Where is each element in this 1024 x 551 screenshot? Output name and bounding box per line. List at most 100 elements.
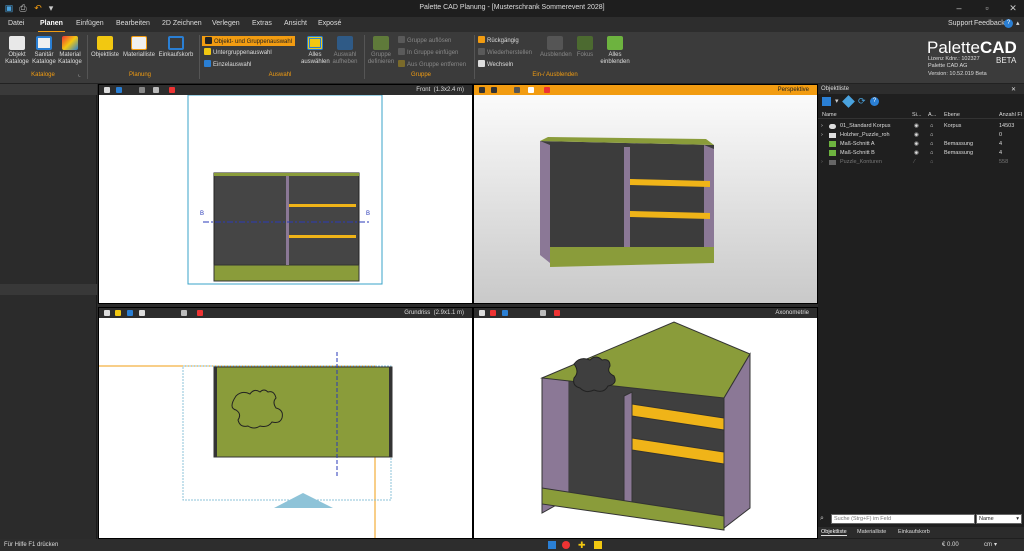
- fokus-button[interactable]: Fokus: [574, 36, 596, 59]
- view-icon[interactable]: [127, 310, 133, 316]
- close-icon[interactable]: ✕: [1006, 2, 1020, 14]
- view-icon[interactable]: [116, 87, 122, 93]
- list-item[interactable]: Maß-Schnitt A ◉ ⌂ Bemassung 4: [818, 140, 1024, 148]
- tab-verlegen[interactable]: Verlegen: [212, 20, 240, 27]
- filter-dropdown-icon[interactable]: ▾: [835, 97, 839, 105]
- tab-expose[interactable]: Exposé: [318, 20, 341, 27]
- tab-objektliste[interactable]: Objektliste: [821, 529, 847, 536]
- dialog-launcher-icon[interactable]: ⌞: [78, 71, 81, 78]
- ribbon-collapse-icon[interactable]: ▴: [1016, 19, 1020, 27]
- minimize-icon[interactable]: –: [952, 2, 966, 14]
- panel-pin-icon[interactable]: ✕: [1011, 86, 1016, 93]
- zoom-icon[interactable]: [479, 310, 485, 316]
- zoom-icon[interactable]: [104, 310, 110, 316]
- wechseln-button[interactable]: Wechseln: [478, 60, 513, 68]
- support-link[interactable]: Support: [948, 20, 973, 27]
- column-anzahl[interactable]: Anzahl Fl: [999, 112, 1022, 118]
- help-icon[interactable]: ?: [870, 97, 879, 106]
- list-item[interactable]: › Puzzle_Konturen ⁄ ⌂ 558: [818, 158, 1024, 166]
- viewport-perspective[interactable]: Perspektive: [473, 84, 818, 304]
- color-icon[interactable]: [169, 87, 175, 93]
- axis-icon[interactable]: [490, 310, 496, 316]
- visibility-icon[interactable]: ◉: [914, 150, 919, 156]
- gruppe-aufloesen-button[interactable]: Gruppe auflösen: [398, 36, 451, 44]
- visibility-icon[interactable]: ◉: [914, 123, 919, 129]
- camera-icon[interactable]: [139, 310, 145, 316]
- lock-icon[interactable]: ⌂: [930, 123, 933, 129]
- list-item[interactable]: Maß-Schnitt B ◉ ⌂ Bemassung 4: [818, 149, 1024, 157]
- maximize-icon[interactable]: ▫: [980, 2, 994, 14]
- aus-gruppe-entfernen-button[interactable]: Aus Gruppe entfernen: [398, 60, 466, 68]
- tab-bearbeiten[interactable]: Bearbeiten: [116, 20, 150, 27]
- lock-icon[interactable]: ⌂: [930, 141, 933, 147]
- help-icon[interactable]: ?: [1004, 19, 1013, 28]
- render-icon[interactable]: [139, 87, 145, 93]
- column-ebene[interactable]: Ebene: [944, 112, 960, 118]
- display-mode-icon[interactable]: [528, 87, 534, 93]
- refresh-icon[interactable]: ⟳: [858, 96, 866, 107]
- untergruppenauswahl-button[interactable]: Untergruppenauswahl: [204, 48, 272, 56]
- material-kataloge-button[interactable]: Material Kataloge: [57, 36, 83, 66]
- tab-einfuegen[interactable]: Einfügen: [76, 20, 104, 27]
- camera-icon[interactable]: [479, 87, 485, 93]
- tab-ansicht[interactable]: Ansicht: [284, 20, 307, 27]
- list-item[interactable]: › Holzher_Puzzle_roh ◉ ⌂ 0: [818, 131, 1024, 139]
- expand-icon[interactable]: ›: [821, 132, 823, 138]
- materialliste-button[interactable]: Materialliste: [122, 36, 156, 59]
- viewport-front[interactable]: Front (1.3x2.4 m) B B: [98, 84, 473, 304]
- viewport-grundriss[interactable]: Grundriss (2.9x1.1 m): [98, 307, 473, 539]
- einkaufskorb-button[interactable]: Einkaufskorb: [157, 36, 195, 59]
- layer-icon[interactable]: [115, 310, 121, 316]
- tag-icon[interactable]: [842, 95, 855, 108]
- auswahl-aufheben-button[interactable]: Auswahl aufheben: [331, 36, 359, 66]
- wiederherstellen-button[interactable]: Wiederherstellen: [478, 48, 532, 56]
- search-field-select[interactable]: Name ▾: [976, 514, 1022, 524]
- ortho-icon[interactable]: [562, 541, 570, 549]
- tab-2d-zeichnen[interactable]: 2D Zeichnen: [162, 20, 202, 27]
- feedback-link[interactable]: Feedback: [974, 20, 1005, 27]
- tab-materialliste[interactable]: Materialliste: [857, 529, 886, 535]
- grid-icon[interactable]: [594, 541, 602, 549]
- color-icon[interactable]: [197, 310, 203, 316]
- alles-einblenden-button[interactable]: Alles einblenden: [598, 36, 632, 66]
- viewport-axonometrie[interactable]: Axonometrie: [473, 307, 818, 539]
- checklist-icon[interactable]: [822, 97, 831, 106]
- search-input[interactable]: [831, 514, 975, 524]
- tab-datei[interactable]: Datei: [8, 20, 24, 27]
- column-aktiv[interactable]: A...: [928, 112, 936, 118]
- column-name[interactable]: Name: [822, 112, 837, 118]
- alles-auswaehlen-button[interactable]: Alles auswählen: [301, 36, 330, 66]
- visibility-icon[interactable]: ◉: [914, 132, 919, 138]
- display-mode-icon[interactable]: [540, 310, 546, 316]
- tab-planen[interactable]: Planen: [38, 20, 65, 33]
- objekt-kataloge-button[interactable]: Objekt Kataloge: [4, 36, 30, 66]
- expand-icon[interactable]: ›: [821, 159, 823, 165]
- gruppe-definieren-button[interactable]: Gruppe definieren: [366, 36, 396, 66]
- sanitaer-kataloge-button[interactable]: Sanitär Kataloge: [31, 36, 57, 66]
- tab-einkaufskorb[interactable]: Einkaufskorb: [898, 529, 930, 535]
- render-icon[interactable]: [514, 87, 520, 93]
- lock-icon[interactable]: ⌂: [930, 159, 933, 165]
- color-icon[interactable]: [554, 310, 560, 316]
- view-icon[interactable]: [502, 310, 508, 316]
- in-gruppe-einfuegen-button[interactable]: In Gruppe einfügen: [398, 48, 458, 56]
- tab-extras[interactable]: Extras: [252, 20, 272, 27]
- color-icon[interactable]: [544, 87, 550, 93]
- lock-icon[interactable]: ⌂: [930, 150, 933, 156]
- chevron-down-icon[interactable]: ▾: [994, 541, 997, 548]
- visibility-icon[interactable]: ◉: [914, 141, 919, 147]
- expand-icon[interactable]: ›: [821, 123, 823, 129]
- objektliste-button[interactable]: Objektliste: [89, 36, 121, 59]
- column-sichtbar[interactable]: Si...: [912, 112, 921, 118]
- view-icon[interactable]: [491, 87, 497, 93]
- visibility-off-icon[interactable]: ⁄: [914, 159, 915, 165]
- objekt-gruppenauswahl-button[interactable]: Objekt- und Gruppenauswahl: [202, 36, 296, 46]
- crosshair-icon[interactable]: ✚: [578, 540, 586, 551]
- left-panel-selection[interactable]: [0, 284, 97, 295]
- list-item[interactable]: › 01_Standard Korpus ◉ ⌂ Korpus 14503: [818, 122, 1024, 130]
- lock-icon[interactable]: ⌂: [930, 132, 933, 138]
- rueckgaengig-button[interactable]: Rückgängig: [478, 36, 519, 44]
- unit-display[interactable]: cm: [984, 542, 992, 548]
- display-mode-icon[interactable]: [153, 87, 159, 93]
- snap-icon[interactable]: [548, 541, 556, 549]
